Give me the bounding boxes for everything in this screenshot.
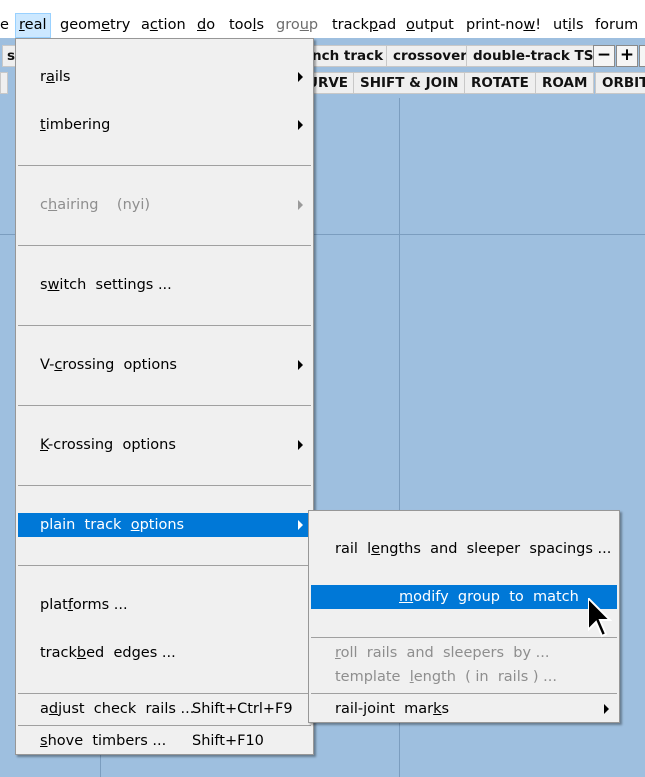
menu-item-adjust-check-rails[interactable]: adjust check rails ... Shift+Ctrl+F9	[18, 697, 311, 721]
menu-separator	[18, 485, 311, 486]
toolbar-button-double-track-ts[interactable]: double-track TS	[466, 45, 601, 67]
menu-trackpad[interactable]: trackpad	[329, 13, 399, 38]
menu-item-rails[interactable]: rails	[18, 65, 311, 89]
menu-action[interactable]: action	[138, 13, 189, 38]
mouse-cursor-icon	[588, 598, 612, 638]
toolbar-button-shift-join[interactable]: SHIFT & JOIN	[353, 72, 466, 94]
submenu-arrow-icon	[298, 120, 303, 130]
menu-separator	[18, 405, 311, 406]
menu-item-platforms[interactable]: platforms ...	[18, 593, 311, 617]
menu-geometry[interactable]: geometry	[57, 13, 133, 38]
menu-file[interactable]: e	[0, 13, 12, 38]
menu-separator	[311, 693, 617, 694]
menu-item-v-crossing-options[interactable]: V-crossing options	[18, 353, 311, 377]
toolbar-button-roam[interactable]: ROAM	[535, 72, 595, 94]
submenu-arrow-icon	[298, 440, 303, 450]
menu-utils[interactable]: utils	[550, 13, 587, 38]
real-dropdown-menu: rails timbering chairing (nyi) switch se…	[15, 38, 314, 755]
menu-item-plain-track-options[interactable]: plain track options	[18, 513, 311, 537]
zoom-out-button[interactable]: −	[593, 45, 615, 67]
toolbar-button-orbit[interactable]: ORBIT	[595, 72, 645, 94]
menu-item-modify-group-to-match[interactable]: modify group to match	[311, 585, 617, 609]
submenu-arrow-icon	[604, 704, 609, 714]
menu-item-switch-settings[interactable]: switch settings ...	[18, 273, 311, 297]
menu-separator	[18, 245, 311, 246]
toolbar-button-partial-right[interactable]	[639, 45, 645, 67]
menu-output[interactable]: output	[403, 13, 457, 38]
menu-do[interactable]: do	[194, 13, 218, 38]
menu-item-roll-rails: roll rails and sleepers by ...	[335, 645, 550, 661]
shortcut-label: Shift+F10	[192, 733, 264, 749]
menu-item-chairing: chairing (nyi)	[18, 193, 311, 217]
submenu-arrow-icon	[298, 520, 303, 530]
toolbar-button-rotate[interactable]: ROTATE	[464, 72, 536, 94]
menu-separator	[18, 565, 311, 566]
zoom-in-button[interactable]: +	[616, 45, 638, 67]
menu-forum[interactable]: forum	[592, 13, 641, 38]
menu-separator	[18, 165, 311, 166]
plain-track-options-submenu: rail lengths and sleeper spacings ... mo…	[308, 510, 620, 723]
toolbar-button-partial-left[interactable]	[0, 72, 8, 94]
menu-real[interactable]: real	[15, 13, 51, 38]
toolbar-button-branch-track[interactable]: nch track	[305, 45, 391, 67]
menu-item-rail-joint-marks[interactable]: rail-joint marks	[311, 697, 617, 721]
menu-item-shove-timbers[interactable]: shove timbers ... Shift+F10	[18, 729, 311, 753]
submenu-arrow-icon	[298, 360, 303, 370]
shortcut-label: Shift+Ctrl+F9	[192, 701, 293, 717]
menu-separator	[311, 637, 617, 638]
menu-item-template-length: template length ( in rails ) ...	[335, 669, 557, 685]
menu-tools[interactable]: tools	[226, 13, 267, 38]
menu-separator	[18, 725, 311, 726]
menu-separator	[18, 693, 311, 694]
menu-item-timbering[interactable]: timbering	[18, 113, 311, 137]
submenu-arrow-icon	[298, 200, 303, 210]
toolbar-button-crossover[interactable]: crossover	[386, 45, 474, 67]
menu-item-trackbed-edges[interactable]: trackbed edges ...	[18, 641, 311, 665]
menu-item-rail-lengths[interactable]: rail lengths and sleeper spacings ...	[311, 537, 617, 561]
menubar: e real geometry action do tools group tr…	[0, 0, 645, 38]
menu-separator	[18, 325, 311, 326]
menu-print-now[interactable]: print-now!	[463, 13, 544, 38]
submenu-arrow-icon	[298, 72, 303, 82]
menu-group[interactable]: group	[273, 13, 321, 38]
menu-item-k-crossing-options[interactable]: K-crossing options	[18, 433, 311, 457]
